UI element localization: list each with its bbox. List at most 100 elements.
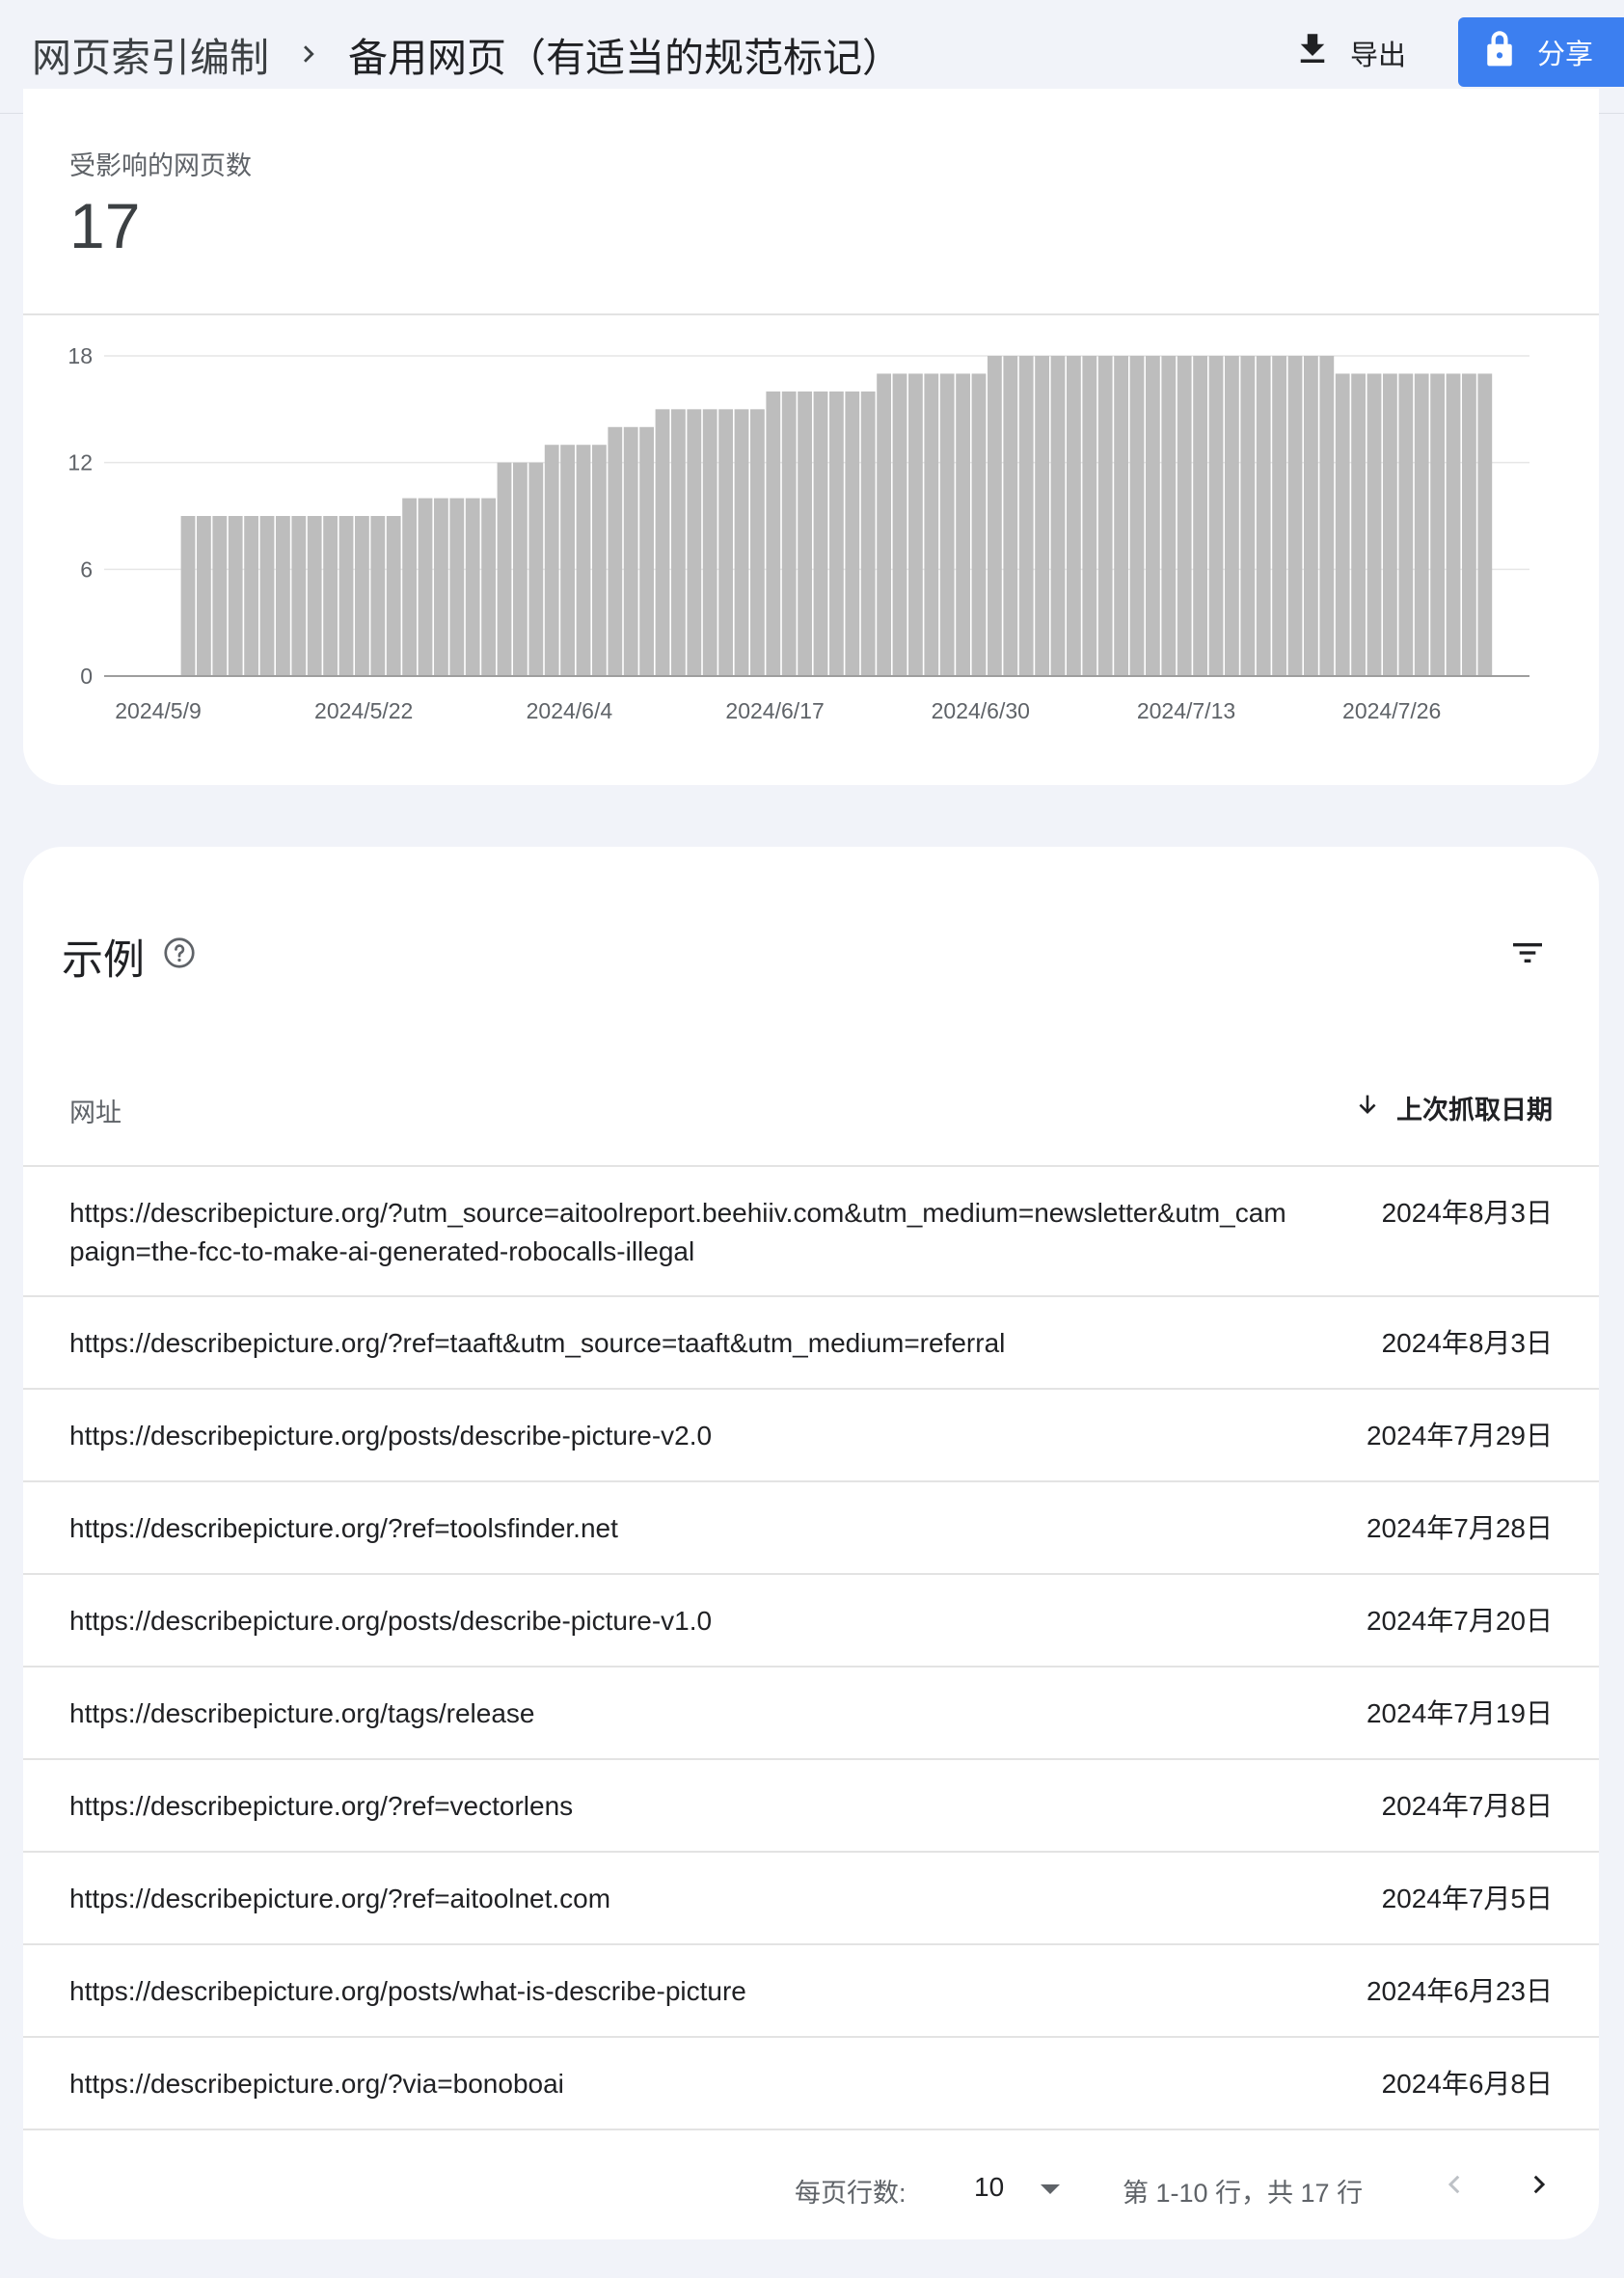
- row-url[interactable]: https://describepicture.org/posts/descri…: [69, 1602, 1294, 1641]
- table-row[interactable]: https://describepicture.org/posts/what-i…: [23, 1945, 1599, 2038]
- chart-bar: [1462, 373, 1476, 676]
- table-row[interactable]: https://describepicture.org/?utm_source=…: [23, 1167, 1599, 1297]
- chart-bar: [1018, 356, 1034, 676]
- table-row[interactable]: https://describepicture.org/?via=bonoboa…: [23, 2038, 1599, 2130]
- chart-bar: [1414, 373, 1429, 676]
- chart-bar: [939, 373, 955, 676]
- filter-button[interactable]: [1501, 932, 1555, 978]
- help-circle-icon[interactable]: [162, 934, 197, 981]
- chart-bar: [528, 462, 544, 676]
- table-row[interactable]: https://describepicture.org/posts/descri…: [23, 1390, 1599, 1482]
- chart-bar: [212, 516, 228, 676]
- table-row[interactable]: https://describepicture.org/?ref=aitooln…: [23, 1853, 1599, 1945]
- table-row[interactable]: https://describepicture.org/?ref=toolsfi…: [23, 1482, 1599, 1575]
- row-date: 2024年7月8日: [1381, 1791, 1553, 1821]
- chart-bar: [798, 391, 812, 676]
- row-url[interactable]: https://describepicture.org/?ref=toolsfi…: [69, 1509, 1294, 1548]
- arrow-down-icon: [1354, 1091, 1381, 1125]
- row-date: 2024年7月29日: [1366, 1421, 1553, 1451]
- chart-bar: [307, 516, 322, 676]
- chart-bar: [592, 445, 607, 676]
- affected-pages-count: 17: [69, 190, 141, 261]
- chart-bar: [877, 373, 891, 676]
- column-header-date-label: 上次抓取日期: [1396, 1095, 1553, 1125]
- row-url[interactable]: https://describepicture.org/?ref=vectorl…: [69, 1787, 1294, 1826]
- rows-per-page-value: 10: [974, 2172, 1005, 2202]
- previous-page-button[interactable]: [1431, 2164, 1477, 2210]
- table-row[interactable]: https://describepicture.org/tags/release…: [23, 1668, 1599, 1760]
- chart-bar: [766, 391, 781, 676]
- next-page-button[interactable]: [1516, 2164, 1562, 2210]
- chart-bar: [1097, 356, 1113, 676]
- row-url[interactable]: https://describepicture.org/posts/what-i…: [69, 1972, 1294, 2011]
- chart-bar: [323, 516, 338, 676]
- chart-bar: [1240, 356, 1256, 676]
- affected-pages-bar-chart: 0 6 12 18 2024/5/9 2024/5/22 2024/6/4 2024/6/17…: [68, 343, 1529, 723]
- chart-bar: [1003, 356, 1018, 676]
- chart-bar: [702, 409, 717, 676]
- chart-bar: [576, 445, 591, 676]
- chart-bar: [1272, 356, 1286, 676]
- row-url[interactable]: https://describepicture.org/?ref=aitooln…: [69, 1880, 1294, 1918]
- breadcrumb-parent-link[interactable]: 网页索引编制: [32, 25, 269, 83]
- column-header-url[interactable]: 网址: [69, 1092, 122, 1129]
- chart-bar: [418, 498, 433, 676]
- chart-bar: [1067, 356, 1081, 676]
- table-body: https://describepicture.org/?utm_source=…: [23, 1167, 1599, 2130]
- y-tick-label: 18: [68, 343, 93, 368]
- chart-bar: [1477, 373, 1493, 676]
- chart-bar: [845, 391, 860, 676]
- rows-per-page-select[interactable]: 10: [968, 2162, 1084, 2212]
- chart-bar: [1082, 356, 1097, 676]
- row-url[interactable]: https://describepicture.org/?ref=taaft&u…: [69, 1324, 1294, 1363]
- chart-bar: [1129, 356, 1145, 676]
- chart-bar: [481, 498, 496, 676]
- chart-bar: [402, 498, 417, 676]
- chart-bar: [908, 373, 923, 676]
- chart-bar: [1256, 356, 1271, 676]
- affected-pages-label: 受影响的网页数: [69, 151, 252, 180]
- chart-bar: [1050, 356, 1066, 676]
- row-date: 2024年7月19日: [1366, 1698, 1553, 1728]
- row-date: 2024年6月23日: [1366, 1976, 1553, 2006]
- chart-bar: [892, 373, 907, 676]
- x-tick-label: 2024/6/17: [725, 698, 824, 723]
- chart-bar: [813, 391, 828, 676]
- chart-bar: [449, 498, 465, 676]
- chart-bar: [228, 516, 243, 676]
- x-tick-label: 2024/5/9: [115, 698, 202, 723]
- row-url[interactable]: https://describepicture.org/posts/descri…: [69, 1417, 1294, 1455]
- rows-per-page-label: 每页行数:: [795, 2179, 907, 2208]
- chart-bar: [259, 516, 275, 676]
- chart-bar: [1208, 356, 1224, 676]
- chart-bar: [956, 373, 970, 676]
- row-url[interactable]: https://describepicture.org/tags/release: [69, 1695, 1294, 1733]
- x-tick-label: 2024/6/30: [932, 698, 1030, 723]
- row-date: 2024年7月20日: [1366, 1606, 1553, 1636]
- export-button[interactable]: 导出: [1292, 21, 1427, 85]
- x-tick-label: 2024/7/26: [1342, 698, 1441, 723]
- table-row[interactable]: https://describepicture.org/?ref=taaft&u…: [23, 1297, 1599, 1390]
- row-date: 2024年6月8日: [1381, 2069, 1553, 2099]
- chart-bar: [1398, 373, 1414, 676]
- chart-bar: [860, 391, 876, 676]
- row-url[interactable]: https://describepicture.org/?via=bonoboa…: [69, 2065, 1294, 2103]
- chart-bar: [1351, 373, 1366, 676]
- chart-bar: [1304, 356, 1318, 676]
- chart-bar: [180, 516, 196, 676]
- table-row[interactable]: https://describepicture.org/?ref=vectorl…: [23, 1760, 1599, 1853]
- chart-bar: [1319, 356, 1335, 676]
- chart-bar: [924, 373, 939, 676]
- chart-bar: [544, 445, 559, 676]
- examples-header: 示例: [62, 928, 197, 986]
- column-header-last-crawl-date[interactable]: 上次抓取日期: [1354, 1086, 1553, 1128]
- page-title: 备用网页（有适当的规范标记）: [348, 36, 902, 80]
- table-row[interactable]: https://describepicture.org/posts/descri…: [23, 1575, 1599, 1668]
- row-url[interactable]: https://describepicture.org/?utm_source=…: [69, 1194, 1294, 1271]
- y-tick-label: 12: [68, 450, 93, 475]
- breadcrumb: 网页索引编制 备用网页（有适当的规范标记）: [32, 25, 902, 83]
- chart-bar: [829, 391, 844, 676]
- examples-card: 示例 网址 上次抓取日期 https://describepicture.org…: [23, 847, 1599, 2239]
- share-button[interactable]: 分享: [1458, 17, 1624, 87]
- chart-bar: [197, 516, 211, 676]
